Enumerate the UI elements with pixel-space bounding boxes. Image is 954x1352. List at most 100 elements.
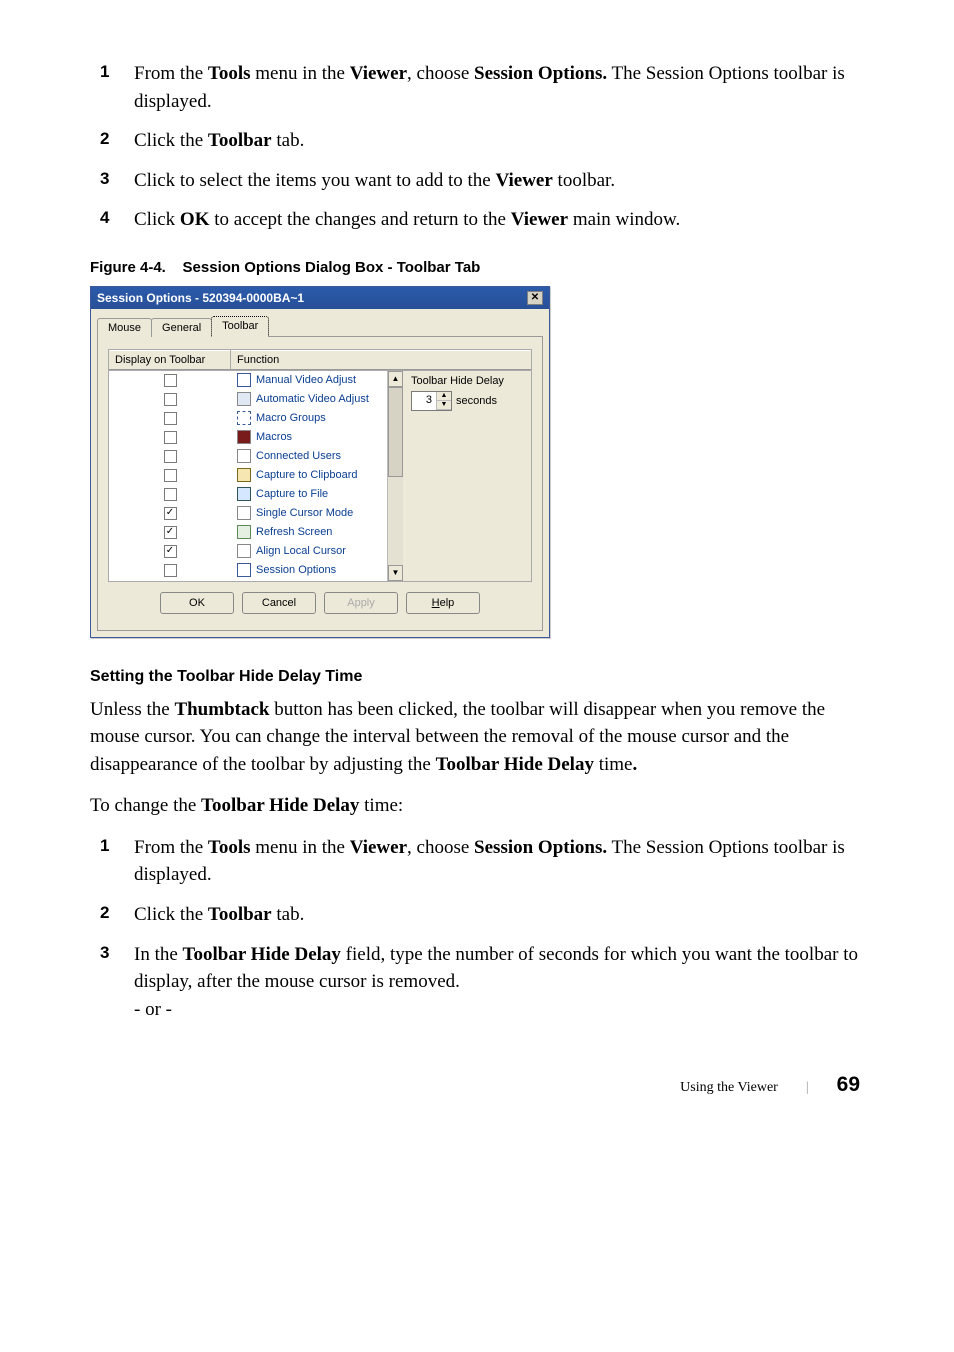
function-label: Macros [256, 431, 292, 443]
help-button[interactable]: Help [406, 592, 480, 614]
function-listbox[interactable]: ✓ ✓ ✓ Manual Video Adjust Automatic Video A… [109, 371, 403, 581]
align-icon [237, 544, 251, 558]
tab-general[interactable]: General [151, 318, 212, 337]
section-heading: Setting the Toolbar Hide Delay Time [90, 668, 864, 686]
function-row[interactable]: Manual Video Adjust [231, 371, 387, 390]
hide-delay-panel: Toolbar Hide Delay 3 ▲ ▼ seconds [403, 371, 531, 581]
macros-icon [237, 430, 251, 444]
list-item-number: 3 [100, 941, 134, 966]
function-row[interactable]: Session Options [231, 561, 387, 580]
session-options-dialog: Session Options - 520394-0000BA~1 ✕ Mous… [90, 286, 550, 638]
users-icon [237, 449, 251, 463]
scroll-up-icon[interactable]: ▲ [388, 371, 403, 387]
function-checkbox-row[interactable] [109, 371, 231, 390]
scroll-down-icon[interactable]: ▼ [388, 565, 403, 581]
spin-up-icon[interactable]: ▲ [437, 392, 451, 401]
list-item-text: Click to select the items you want to ad… [134, 167, 864, 195]
list-item-number: 3 [100, 167, 134, 192]
function-row[interactable]: Connected Users [231, 447, 387, 466]
ok-button[interactable]: OK [160, 592, 234, 614]
body-paragraph-2: To change the Toolbar Hide Delay time: [90, 792, 864, 820]
function-row[interactable]: Capture to File [231, 485, 387, 504]
tab-panel: Display on Toolbar Function ✓ ✓ ✓ Manual V… [97, 336, 543, 631]
tab-mouse[interactable]: Mouse [97, 318, 152, 337]
function-checkbox-row[interactable] [109, 390, 231, 409]
list-item-text: Click the Toolbar tab. [134, 127, 864, 155]
footer-section: Using the Viewer [680, 1080, 778, 1096]
function-checkbox-row[interactable]: ✓ [109, 542, 231, 561]
page-number: 69 [837, 1073, 860, 1097]
apply-button[interactable]: Apply [324, 592, 398, 614]
hide-delay-value[interactable]: 3 [412, 392, 436, 410]
function-row[interactable]: Refresh Screen [231, 523, 387, 542]
list-item: 3Click to select the items you want to a… [100, 167, 864, 195]
figure-caption-title: Session Options Dialog Box - Toolbar Tab [183, 259, 481, 276]
list-item: 2Click the Toolbar tab. [100, 127, 864, 155]
checkbox[interactable] [164, 374, 177, 387]
checkbox[interactable] [164, 393, 177, 406]
single-icon [237, 506, 251, 520]
figure-caption-label: Figure 4-4. [90, 259, 166, 276]
list-item-text: Click OK to accept the changes and retur… [134, 206, 864, 234]
figure-caption: Figure 4-4. Session Options Dialog Box -… [90, 259, 864, 276]
function-label: Refresh Screen [256, 526, 332, 538]
list-item-number: 2 [100, 901, 134, 926]
function-checkbox-row[interactable] [109, 466, 231, 485]
function-label: Capture to File [256, 488, 328, 500]
function-checkbox-row[interactable]: ✓ [109, 523, 231, 542]
function-row[interactable]: Macro Groups [231, 409, 387, 428]
close-icon[interactable]: ✕ [527, 291, 543, 305]
checkbox[interactable] [164, 412, 177, 425]
hide-delay-unit: seconds [456, 395, 497, 407]
function-checkbox-row[interactable]: ✓ [109, 504, 231, 523]
checkbox[interactable]: ✓ [164, 545, 177, 558]
checkbox[interactable] [164, 469, 177, 482]
function-checkbox-row[interactable] [109, 485, 231, 504]
dialog-button-row: OK Cancel Apply Help [108, 582, 532, 620]
function-row[interactable]: Single Cursor Mode [231, 504, 387, 523]
scroll-thumb[interactable] [388, 387, 403, 477]
function-row[interactable]: Automatic Video Adjust [231, 390, 387, 409]
bottom-ordered-list: 1From the Tools menu in the Viewer, choo… [100, 834, 864, 1023]
checkbox[interactable]: ✓ [164, 526, 177, 539]
function-label: Connected Users [256, 450, 341, 462]
dialog-title: Session Options - 520394-0000BA~1 [97, 291, 304, 305]
function-row[interactable]: Capture to Clipboard [231, 466, 387, 485]
body-paragraph-1: Unless the Thumbtack button has been cli… [90, 696, 864, 779]
checkbox[interactable] [164, 488, 177, 501]
list-item: 1From the Tools menu in the Viewer, choo… [100, 834, 864, 889]
page-footer: Using the Viewer | 69 [90, 1073, 864, 1097]
list-item-number: 1 [100, 60, 134, 85]
function-row[interactable]: Macros [231, 428, 387, 447]
cancel-button[interactable]: Cancel [242, 592, 316, 614]
dialog-titlebar[interactable]: Session Options - 520394-0000BA~1 ✕ [91, 287, 549, 309]
macrogrp-icon [237, 411, 251, 425]
checkbox[interactable] [164, 450, 177, 463]
function-checkbox-row[interactable] [109, 428, 231, 447]
function-checkbox-row[interactable] [109, 409, 231, 428]
list-item: 4Click OK to accept the changes and retu… [100, 206, 864, 234]
function-row[interactable]: Align Local Cursor [231, 542, 387, 561]
header-function: Function [231, 350, 531, 370]
list-item-number: 2 [100, 127, 134, 152]
hide-delay-spinner[interactable]: 3 ▲ ▼ [411, 391, 452, 411]
function-label: Single Cursor Mode [256, 507, 353, 519]
list-item-text: Click the Toolbar tab. [134, 901, 864, 929]
clip-icon [237, 468, 251, 482]
spin-down-icon[interactable]: ▼ [437, 401, 451, 410]
auto-icon [237, 392, 251, 406]
toolbar-options-box: Display on Toolbar Function [108, 349, 532, 371]
checkbox[interactable]: ✓ [164, 507, 177, 520]
refresh-icon [237, 525, 251, 539]
header-display: Display on Toolbar [109, 350, 230, 370]
tab-toolbar[interactable]: Toolbar [211, 316, 269, 337]
function-checkbox-row[interactable] [109, 561, 231, 580]
checkbox[interactable] [164, 564, 177, 577]
function-checkbox-row[interactable] [109, 447, 231, 466]
scrollbar[interactable]: ▲ ▼ [387, 371, 403, 581]
checkbox[interactable] [164, 431, 177, 444]
tab-strip: Mouse General Toolbar [91, 309, 549, 336]
function-label: Macro Groups [256, 412, 326, 424]
function-label: Automatic Video Adjust [256, 393, 369, 405]
manual-icon [237, 373, 251, 387]
